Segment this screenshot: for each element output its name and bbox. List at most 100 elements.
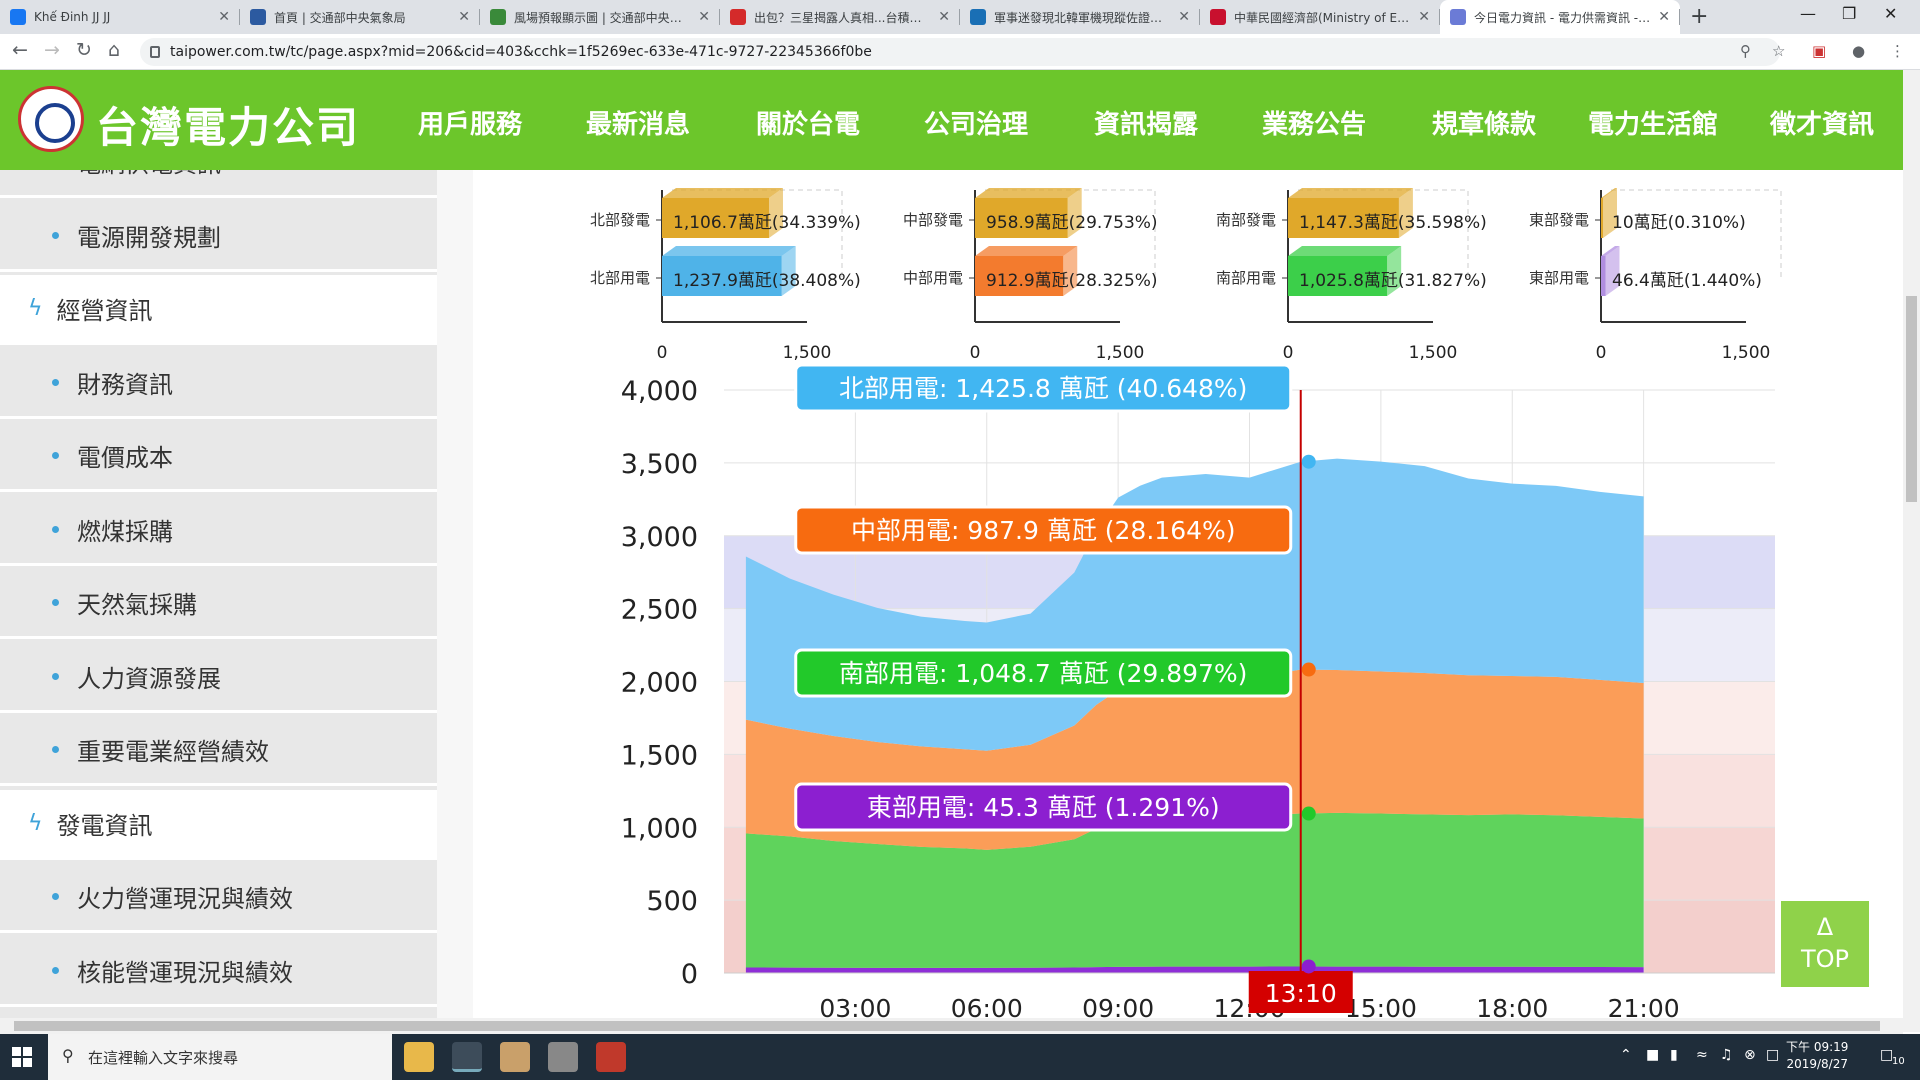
zoom-icon[interactable]: ⚲	[1740, 42, 1751, 60]
tray-wifi-icon[interactable]: ≈	[1696, 1047, 1708, 1063]
nav-item[interactable]: 關於台電	[756, 104, 860, 141]
reload-icon[interactable]: ↻	[76, 39, 92, 61]
windows-start-icon[interactable]	[12, 1047, 32, 1067]
taskbar-app2-icon[interactable]	[548, 1042, 578, 1072]
sidebar-item[interactable]: 人力資源發展	[0, 642, 437, 713]
nav-item[interactable]: 徵才資訊	[1770, 104, 1874, 141]
back-icon[interactable]: ←	[12, 39, 28, 61]
nav-item[interactable]: 規章條款	[1432, 104, 1536, 141]
sidebar-item[interactable]: 火力營運現況與績效	[0, 863, 437, 933]
new-tab-button[interactable]: +	[1690, 4, 1708, 29]
tray-status-icon[interactable]: ⊗	[1744, 1047, 1756, 1063]
bullet-dot-icon	[52, 378, 59, 386]
bar-category-label: 東部用電	[1529, 269, 1589, 287]
sidebar: 電網供電資訊電源開發規劃 ϟ 經營資訊財務資訊電價成本燃煤採購天然氣採購人力資源發展…	[0, 170, 437, 1032]
sidebar-item[interactable]: 燃煤採購	[0, 495, 437, 566]
site-logo-text[interactable]: 台灣電力公司	[96, 94, 360, 155]
tray-chevron-icon[interactable]: ⌃	[1620, 1047, 1632, 1063]
taskbar-clock[interactable]: 下午 09:19 2019/8/27	[1786, 1039, 1848, 1073]
bar-category-label: 中部用電	[903, 269, 963, 287]
tray-battery-icon[interactable]: ▮	[1670, 1047, 1678, 1063]
taskbar-app3-icon[interactable]	[596, 1042, 626, 1072]
browser-tab[interactable]: 風場預報顯示圖 | 交通部中央氣象局 ✕	[480, 0, 720, 34]
search-icon: ⚲	[62, 1046, 74, 1065]
tab-close-icon[interactable]: ✕	[1418, 9, 1430, 25]
bullet-dot-icon	[52, 746, 59, 753]
url-bar[interactable]: taipower.com.tw/tc/page.aspx?mid=206&cid…	[140, 38, 1780, 66]
tab-title: 出包？三星揭露人真相...台積電說	[754, 10, 933, 25]
forward-icon[interactable]: →	[44, 39, 60, 61]
taskbar-search-box[interactable]: ⚲ 在這裡輸入文字來搜尋	[48, 1034, 392, 1080]
sidebar-item[interactable]: 電網供電資訊	[0, 170, 437, 198]
bookmark-star-icon[interactable]: ☆	[1772, 42, 1785, 60]
menu-kebab-icon[interactable]: ⋮	[1890, 42, 1905, 60]
sidebar-item[interactable]: 天然氣採購	[0, 569, 437, 639]
sidebar-item[interactable]: ϟ 發電資訊	[0, 789, 437, 860]
chrome-icon[interactable]	[452, 1042, 482, 1072]
bar-category-label: 北部發電	[590, 211, 650, 229]
browser-tab[interactable]: 今日電力資訊 - 電力供需資訊 - 資 ✕	[1440, 0, 1680, 34]
browser-tab[interactable]: Khế Đinh JJ JJ ✕	[0, 0, 240, 34]
tab-close-icon[interactable]: ✕	[698, 9, 710, 25]
nav-item[interactable]: 用戶服務	[418, 104, 522, 141]
profile-avatar-icon[interactable]: ●	[1852, 42, 1865, 60]
horizontal-scroll-thumb[interactable]	[14, 1021, 1880, 1031]
tab-close-icon[interactable]: ✕	[1658, 9, 1670, 25]
y-tick-label: 2,500	[621, 595, 698, 626]
nav-item[interactable]: 業務公告	[1262, 104, 1366, 141]
sidebar-item-label: 核能營運現況與績效	[77, 958, 293, 987]
taipower-logo-icon[interactable]	[18, 86, 84, 152]
browser-tab[interactable]: 首頁 | 交通部中央氣象局 ✕	[240, 0, 480, 34]
tab-close-icon[interactable]: ✕	[1178, 9, 1190, 25]
bullet-dot-icon	[52, 231, 59, 239]
minimize-icon[interactable]: —	[1800, 4, 1816, 23]
nav-item[interactable]: 電力生活館	[1588, 104, 1718, 141]
sidebar-item[interactable]: 電源開發規劃	[0, 201, 437, 272]
browser-tab[interactable]: 出包？三星揭露人真相...台積電說 ✕	[720, 0, 960, 34]
home-icon[interactable]: ⌂	[108, 39, 120, 61]
file-explorer-icon[interactable]	[404, 1042, 434, 1072]
bar-data-label: 1,237.9萬瓩(38.408%)	[673, 271, 861, 291]
tray-security-icon[interactable]: ■	[1646, 1047, 1659, 1063]
bar-data-label: 1,147.3萬瓩(35.598%)	[1299, 213, 1487, 233]
sidebar-item-label: 電網供電資訊	[77, 170, 221, 179]
notification-count: 10	[1892, 1056, 1905, 1067]
bar-data-label: 958.9萬瓩(29.753%)	[986, 213, 1158, 233]
nav-item[interactable]: 最新消息	[586, 104, 690, 141]
vertical-scrollbar[interactable]	[1903, 70, 1920, 1032]
sidebar-item-label: 發電資訊	[56, 811, 153, 840]
tab-favicon-icon	[490, 9, 506, 25]
sidebar-item-label: 重要電業經營績效	[77, 738, 269, 766]
bar-top-face	[975, 188, 1082, 198]
back-to-top-button[interactable]: Δ TOP	[1781, 901, 1869, 987]
sidebar-item[interactable]: 財務資訊	[0, 348, 437, 419]
taskbar-search-placeholder: 在這裡輸入文字來搜尋	[88, 1048, 239, 1067]
tab-close-icon[interactable]: ✕	[458, 9, 470, 25]
close-window-icon[interactable]: ✕	[1884, 4, 1897, 23]
sidebar-item[interactable]: 核能營運現況與績效	[0, 936, 437, 1007]
browser-tab[interactable]: 軍事迷發現北韓軍機現蹤佐證外界 ✕	[960, 0, 1200, 34]
bar-category-label: 中部發電	[903, 211, 963, 229]
nav-item[interactable]: 資訊揭露	[1094, 104, 1198, 141]
restore-icon[interactable]: ❐	[1842, 4, 1856, 23]
browser-tab[interactable]: 中華民國經濟部(Ministry of Econ ✕	[1200, 0, 1440, 34]
sidebar-item[interactable]: ϟ 經營資訊	[0, 275, 437, 345]
sidebar-item[interactable]: 重要電業經營績效	[0, 716, 437, 786]
tray-volume-icon[interactable]: ♫	[1720, 1047, 1733, 1063]
region-bar-chart: 南部發電 1,147.3萬瓩(35.598%) 南部用電 1,025.8萬瓩(31.8…	[1216, 188, 1487, 363]
tab-close-icon[interactable]: ✕	[938, 9, 950, 25]
clock-date: 2019/8/27	[1786, 1057, 1848, 1071]
horizontal-scrollbar[interactable]	[0, 1018, 1903, 1034]
nav-item[interactable]: 公司治理	[924, 104, 1028, 141]
bar-tick-label: 1,500	[783, 343, 832, 363]
taskbar-app-icon[interactable]	[500, 1042, 530, 1072]
sidebar-item[interactable]: 電價成本	[0, 422, 437, 492]
vertical-scroll-thumb[interactable]	[1906, 296, 1917, 502]
tab-close-icon[interactable]: ✕	[218, 9, 230, 25]
y-tick-label: 500	[646, 886, 698, 917]
tray-keyboard-icon[interactable]: □	[1766, 1047, 1779, 1063]
sidebar-item-label: 經營資訊	[56, 297, 153, 325]
sidebar-item-label: 天然氣採購	[77, 591, 197, 619]
bar-category-label: 北部用電	[590, 269, 650, 287]
extension-icon[interactable]: ▣	[1812, 42, 1826, 60]
